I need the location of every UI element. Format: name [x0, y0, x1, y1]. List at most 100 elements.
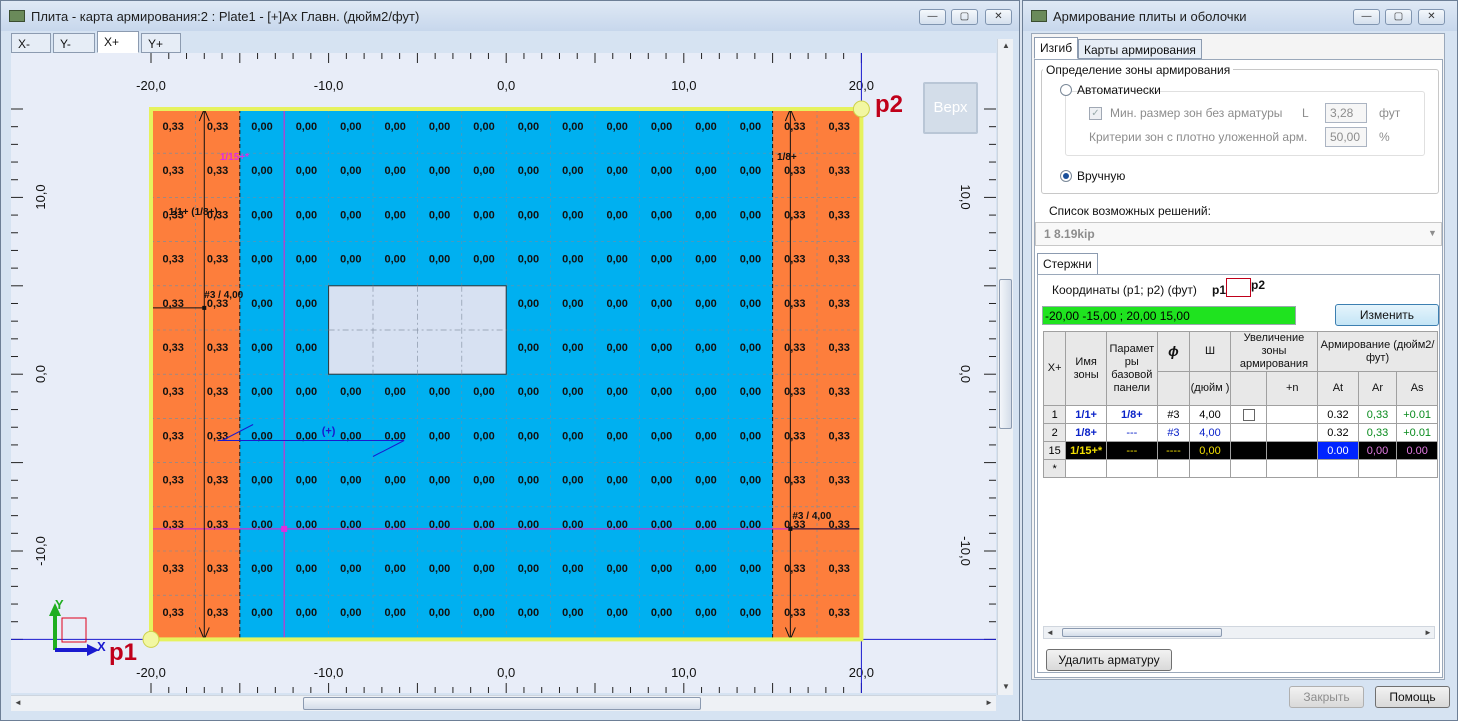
tab-x-minus[interactable]: X- [11, 33, 51, 53]
col-plus-n[interactable]: +n [1266, 371, 1319, 406]
row-number[interactable]: 1 [1042, 405, 1067, 424]
delete-reinforcement-button[interactable]: Удалить арматуру [1046, 649, 1172, 671]
col-sh[interactable]: Ш [1189, 331, 1231, 372]
cell-ar[interactable]: 0,00 [1357, 441, 1398, 460]
cell-value: 0,00 [384, 475, 405, 487]
row-number[interactable]: 2 [1042, 423, 1067, 442]
cell-ar[interactable]: 0,33 [1357, 423, 1398, 442]
dialog-maximize-button[interactable]: ▢ [1385, 9, 1412, 25]
min-size-checkbox[interactable]: ✓ [1089, 107, 1102, 120]
minimize-button[interactable]: — [919, 9, 946, 25]
cell-enlarge-check[interactable] [1229, 441, 1268, 460]
cell-plus-n[interactable] [1266, 423, 1319, 442]
table-new-row[interactable]: * [1042, 459, 1438, 478]
table-scroll-right[interactable]: ► [1424, 628, 1432, 637]
col-reinforcement[interactable]: Армирование (дюйм2/фут) [1317, 331, 1438, 372]
auto-radio[interactable] [1060, 84, 1072, 96]
manual-radio-label[interactable]: Вручную [1077, 169, 1125, 183]
cell-value: 0,00 [695, 165, 716, 177]
cell-base-params[interactable]: 1/8+ [1105, 405, 1158, 424]
cell-value: 0,00 [473, 254, 494, 266]
cell-zone-name[interactable]: 1/8+ [1065, 423, 1107, 442]
change-button[interactable]: Изменить [1335, 304, 1439, 326]
cell-phi[interactable]: #3 [1156, 423, 1191, 442]
cell-sh[interactable]: 0,00 [1189, 441, 1231, 460]
manual-radio[interactable] [1060, 170, 1072, 182]
dialog-close-button[interactable]: ✕ [1418, 9, 1445, 25]
cell-enlarge-check[interactable] [1229, 405, 1268, 424]
cell-plus-n[interactable] [1266, 405, 1319, 424]
cell-enlarge-check[interactable] [1229, 423, 1268, 442]
tab-y-minus[interactable]: Y- [53, 33, 95, 53]
cell-as[interactable]: +0.01 [1396, 405, 1438, 424]
cell-value: 0,00 [296, 563, 317, 575]
col-enlarge[interactable]: Увеличение зоны армирования [1229, 331, 1319, 372]
table-scroll-thumb[interactable] [1062, 628, 1222, 637]
vertical-scrollbar[interactable]: ▲ ▼ [997, 39, 1013, 695]
row-number[interactable]: 15 [1042, 441, 1067, 460]
cell-as[interactable]: +0.01 [1396, 423, 1438, 442]
cell-as[interactable]: 0.00 [1396, 441, 1438, 460]
reinforcement-map[interactable]: -20,0-20,0-10,0-10,00,00,010,010,020,020… [11, 53, 996, 693]
tab-y-plus[interactable]: Y+ [141, 33, 181, 53]
rebar-node [788, 526, 793, 531]
cell-base-params[interactable]: --- [1105, 441, 1158, 460]
table-row[interactable]: 1 1/1+ 1/8+ #3 4,00 0.32 0,33 +0.01 [1042, 405, 1438, 424]
cell-ar[interactable]: 0,33 [1357, 405, 1398, 424]
table-row-selected[interactable]: 15 1/15+* --- ---- 0,00 0.00 0,00 0.00 [1042, 441, 1438, 460]
cell-plus-n[interactable] [1266, 441, 1319, 460]
coords-input[interactable]: -20,00 -15,00 ; 20,00 15,00 [1042, 306, 1296, 325]
maximize-button[interactable]: ▢ [951, 9, 978, 25]
tab-reinforcement-maps[interactable]: Карты армирования [1078, 39, 1202, 59]
tab-bars[interactable]: Стержни [1037, 253, 1098, 275]
close-button[interactable]: ✕ [985, 9, 1012, 25]
cell-at[interactable]: 0.32 [1317, 405, 1359, 424]
cell-zone-name[interactable]: 1/1+ [1065, 405, 1107, 424]
table-scroll-left[interactable]: ◄ [1046, 628, 1054, 637]
cell-at[interactable]: 0.32 [1317, 423, 1359, 442]
cell-at[interactable]: 0.00 [1317, 441, 1359, 460]
map-window-titlebar[interactable]: Плита - карта армирования:2 : Plate1 - [… [1, 1, 1019, 31]
auto-radio-label[interactable]: Автоматически [1077, 83, 1161, 97]
scroll-right-arrow[interactable]: ► [985, 698, 993, 707]
new-row-marker[interactable]: * [1042, 459, 1067, 478]
scroll-up-arrow[interactable]: ▲ [1002, 41, 1010, 50]
enlarge-checkbox[interactable] [1242, 408, 1255, 421]
cell-phi[interactable]: #3 [1156, 405, 1191, 424]
x-tick-label-top: -10,0 [314, 78, 344, 93]
tab-bending[interactable]: Изгиб [1034, 37, 1079, 59]
bars-table[interactable]: X+ Имя зоны Парамет ры базовой панели ϕ … [1042, 331, 1438, 478]
col-as[interactable]: As [1396, 371, 1438, 406]
vertical-scroll-thumb[interactable] [999, 279, 1012, 429]
scroll-left-arrow[interactable]: ◄ [14, 698, 22, 707]
tab-x-plus[interactable]: X+ [97, 31, 139, 53]
cell-phi[interactable]: ---- [1156, 441, 1191, 460]
y-tick-label-left: 10,0 [33, 184, 48, 209]
solutions-dropdown[interactable]: 1 8.19kip ▼ [1035, 222, 1442, 246]
col-phi[interactable]: ϕ [1156, 331, 1191, 372]
table-hscrollbar[interactable]: ◄ ► [1043, 626, 1435, 639]
table-corner[interactable]: X+ [1042, 331, 1067, 406]
close-dialog-button[interactable]: Закрыть [1289, 686, 1364, 708]
horizontal-scroll-thumb[interactable] [303, 697, 701, 710]
criteria-field[interactable]: 50,00 [1325, 127, 1367, 147]
col-ar[interactable]: Ar [1357, 371, 1398, 406]
reinforcement-map-canvas[interactable]: -20,0 -20,0 -10,0 -10,0 0,0 0,0 10,0 10,0 20,0 20… [11, 53, 996, 693]
help-button[interactable]: Помощь [1375, 686, 1450, 708]
table-row[interactable]: 2 1/8+ --- #3 4,00 0.32 0,33 +0.01 [1042, 423, 1438, 442]
cell-zone-name[interactable]: 1/15+* [1065, 441, 1107, 460]
col-zone-name[interactable]: Имя зоны [1065, 331, 1107, 406]
min-size-field[interactable]: 3,28 [1325, 103, 1367, 123]
dialog-titlebar[interactable]: Армирование плиты и оболочки — ▢ ✕ [1023, 1, 1457, 31]
cell-base-params[interactable]: --- [1105, 423, 1158, 442]
cell-value: 0,00 [473, 386, 494, 398]
view-top-button[interactable]: Верх [923, 82, 978, 134]
cell-sh[interactable]: 4,00 [1189, 423, 1231, 442]
scroll-down-arrow[interactable]: ▼ [1002, 682, 1010, 691]
dialog-minimize-button[interactable]: — [1353, 9, 1380, 25]
horizontal-scrollbar[interactable]: ◄ ► [11, 695, 996, 711]
col-base-params[interactable]: Парамет ры базовой панели [1105, 331, 1158, 406]
col-at[interactable]: At [1317, 371, 1359, 406]
cell-value: 0,00 [251, 607, 272, 619]
cell-sh[interactable]: 4,00 [1189, 405, 1231, 424]
